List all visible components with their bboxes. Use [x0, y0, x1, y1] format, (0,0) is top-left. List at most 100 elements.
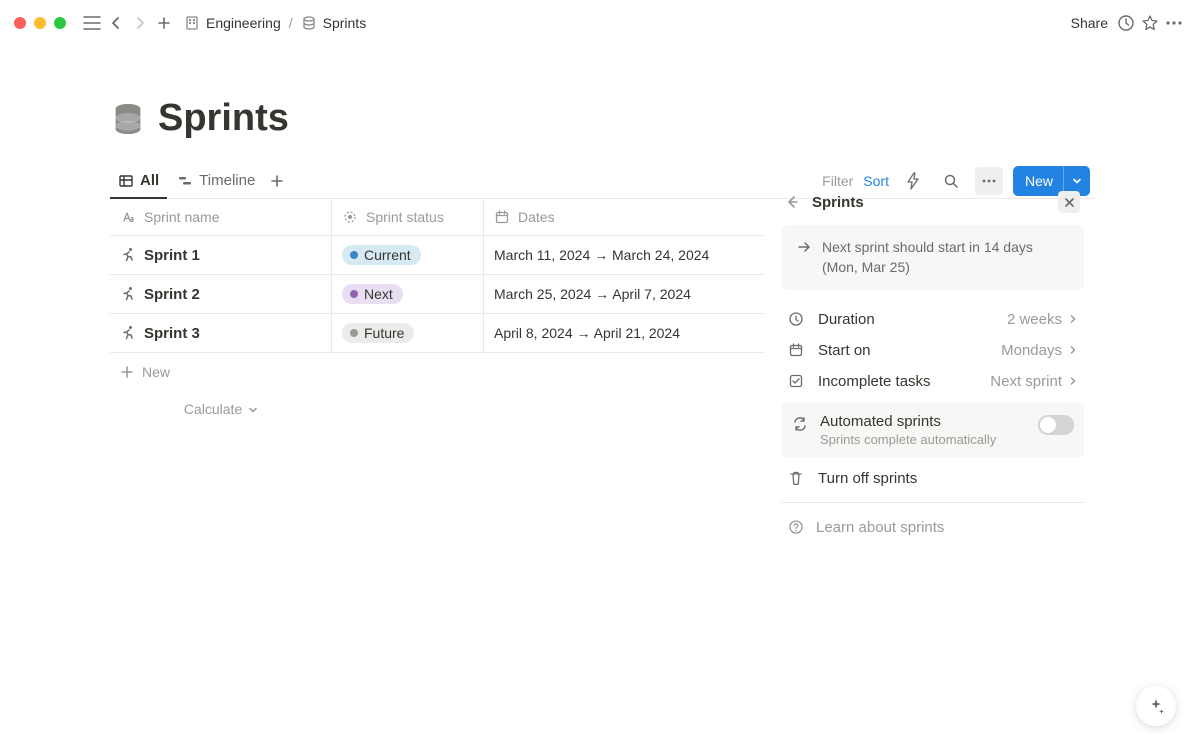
status-badge: Current: [342, 245, 421, 265]
date-property-icon: [494, 209, 510, 225]
cell-status[interactable]: Next: [332, 275, 484, 313]
divider: [782, 502, 1084, 503]
cell-dates[interactable]: April 8, 2024 → April 21, 2024: [484, 314, 764, 352]
cell-name[interactable]: Sprint 2: [110, 275, 332, 313]
chevron-right-icon: [1068, 345, 1078, 355]
column-header-name[interactable]: Sprint name: [110, 199, 332, 235]
page-title: Sprints: [110, 97, 1200, 140]
add-view-button[interactable]: [265, 165, 289, 198]
column-label: Sprint status: [366, 209, 444, 225]
column-label: Sprint name: [144, 209, 219, 225]
panel-header: Sprints: [778, 189, 1088, 225]
tab-timeline[interactable]: Timeline: [169, 164, 263, 198]
status-property-icon: [342, 209, 358, 225]
status-badge: Next: [342, 284, 403, 304]
sprint-name: Sprint 3: [144, 325, 200, 342]
traffic-minimize[interactable]: [34, 17, 46, 29]
new-button-label: New: [1013, 173, 1063, 189]
setting-label: Incomplete tasks: [818, 373, 978, 390]
sprints-table: Sprint name Sprint status Dates Sprint 1…: [110, 199, 764, 427]
ai-fab-button[interactable]: [1136, 686, 1176, 726]
runner-icon: [120, 247, 136, 263]
repeat-icon: [792, 416, 808, 432]
timeline-icon: [177, 173, 193, 189]
add-row-label: New: [142, 364, 170, 380]
updates-icon[interactable]: [1114, 11, 1138, 35]
cell-dates[interactable]: March 25, 2024 → April 7, 2024: [484, 275, 764, 313]
table-icon: [118, 173, 134, 189]
setting-duration[interactable]: Duration 2 weeks: [778, 304, 1088, 335]
learn-about-sprints-link[interactable]: Learn about sprints: [778, 511, 1088, 544]
calendar-icon: [788, 342, 806, 358]
table-header: Sprint name Sprint status Dates: [110, 199, 764, 236]
breadcrumb-engineering[interactable]: Engineering: [180, 13, 285, 33]
page-title-text[interactable]: Sprints: [158, 97, 289, 140]
text-property-icon: [120, 209, 136, 225]
sidebar-toggle-icon[interactable]: [80, 11, 104, 35]
turn-off-sprints-button[interactable]: Turn off sprints: [778, 463, 1088, 494]
table-row[interactable]: Sprint 3 Future April 8, 2024 → April 21, …: [110, 314, 764, 353]
nav-forward-icon[interactable]: [128, 11, 152, 35]
breadcrumb-sprints[interactable]: Sprints: [297, 13, 371, 33]
status-badge: Future: [342, 323, 414, 343]
info-text: Next sprint should start in 14 days (Mon…: [822, 237, 1070, 278]
cell-name[interactable]: Sprint 3: [110, 314, 332, 352]
automated-sprints-label: Automated sprints: [820, 413, 1026, 430]
tab-label: Timeline: [199, 172, 255, 189]
automated-sprints-row[interactable]: Automated sprints Sprints complete autom…: [782, 403, 1084, 457]
filter-button[interactable]: Filter: [822, 173, 853, 189]
automated-sprints-sub: Sprints complete automatically: [820, 432, 1026, 447]
turn-off-label: Turn off sprints: [818, 470, 1078, 487]
runner-icon: [120, 286, 136, 302]
topbar: Engineering / Sprints Share: [0, 0, 1200, 45]
setting-label: Duration: [818, 311, 995, 328]
chevron-right-icon: [1068, 376, 1078, 386]
cell-status[interactable]: Current: [332, 236, 484, 274]
more-icon[interactable]: [1162, 11, 1186, 35]
cell-name[interactable]: Sprint 1: [110, 236, 332, 274]
column-header-dates[interactable]: Dates: [484, 199, 764, 235]
favorite-icon[interactable]: [1138, 11, 1162, 35]
sprint-settings-panel: Sprints Next sprint should start in 14 d…: [778, 189, 1088, 544]
column-header-status[interactable]: Sprint status: [332, 199, 484, 235]
plus-icon: [120, 365, 134, 379]
share-button[interactable]: Share: [1065, 11, 1114, 35]
panel-title: Sprints: [812, 194, 1046, 211]
automated-sprints-toggle[interactable]: [1038, 415, 1074, 435]
setting-value: Mondays: [1001, 342, 1078, 359]
learn-label: Learn about sprints: [816, 519, 944, 536]
breadcrumb-label: Sprints: [323, 15, 367, 31]
new-tab-icon[interactable]: [152, 11, 176, 35]
close-icon[interactable]: [1058, 191, 1080, 213]
add-row-button[interactable]: New: [110, 353, 764, 391]
nav-back-icon[interactable]: [104, 11, 128, 35]
traffic-close[interactable]: [14, 17, 26, 29]
window-traffic-lights: [14, 17, 66, 29]
breadcrumb: Engineering / Sprints: [180, 13, 370, 33]
chevron-down-icon: [248, 405, 258, 415]
setting-start-on[interactable]: Start on Mondays: [778, 335, 1088, 366]
calculate-button[interactable]: Calculate: [110, 391, 332, 427]
table-row[interactable]: Sprint 1 Current March 11, 2024 → March 24…: [110, 236, 764, 275]
back-icon[interactable]: [784, 194, 800, 210]
cell-dates[interactable]: March 11, 2024 → March 24, 2024: [484, 236, 764, 274]
runner-icon: [120, 325, 136, 341]
breadcrumb-separator: /: [289, 15, 293, 31]
checkbox-icon: [788, 373, 806, 389]
database-icon[interactable]: [110, 101, 146, 137]
help-icon: [788, 519, 804, 535]
tab-all[interactable]: All: [110, 164, 167, 198]
next-sprint-info: Next sprint should start in 14 days (Mon…: [782, 225, 1084, 290]
breadcrumb-label: Engineering: [206, 15, 281, 31]
setting-incomplete-tasks[interactable]: Incomplete tasks Next sprint: [778, 366, 1088, 397]
table-row[interactable]: Sprint 2 Next March 25, 2024 → April 7, 20…: [110, 275, 764, 314]
view-tabs: All Timeline: [110, 164, 289, 198]
cell-status[interactable]: Future: [332, 314, 484, 352]
sort-button[interactable]: Sort: [863, 173, 889, 189]
trash-icon: [788, 470, 806, 486]
setting-label: Start on: [818, 342, 989, 359]
setting-value: 2 weeks: [1007, 311, 1078, 328]
traffic-maximize[interactable]: [54, 17, 66, 29]
setting-value: Next sprint: [990, 373, 1078, 390]
arrow-right-icon: [796, 239, 812, 278]
